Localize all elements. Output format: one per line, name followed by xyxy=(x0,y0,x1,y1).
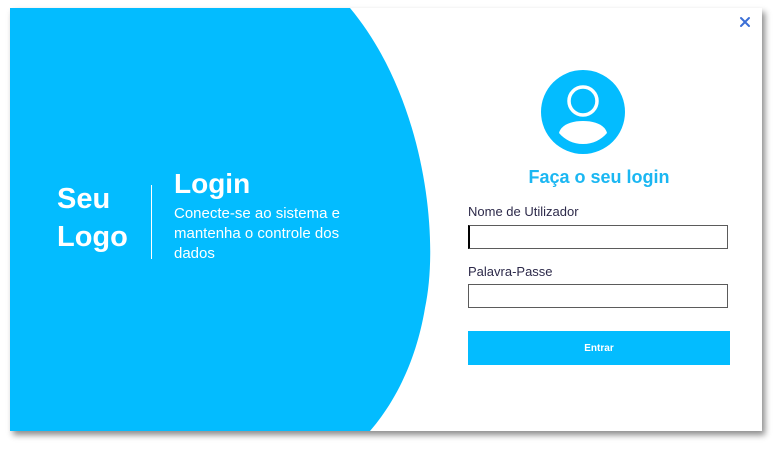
hero-description: Conecte-se ao sistema e mantenha o contr… xyxy=(174,205,340,262)
brand-logo: Seu Logo xyxy=(57,180,128,256)
logo-line-2: Logo xyxy=(57,221,128,253)
login-window: Seu Logo Login Conecte-se ao sistema e m… xyxy=(10,8,762,431)
user-avatar-icon xyxy=(541,70,625,154)
close-button[interactable] xyxy=(738,15,752,29)
screen: Seu Logo Login Conecte-se ao sistema e m… xyxy=(0,0,773,449)
login-button[interactable]: Entrar xyxy=(468,331,730,365)
username-label: Nome de Utilizador xyxy=(468,204,579,219)
username-input[interactable] xyxy=(468,225,728,249)
logo-divider xyxy=(151,185,152,259)
close-icon xyxy=(740,17,750,27)
password-input[interactable] xyxy=(468,284,728,308)
password-label: Palavra-Passe xyxy=(468,264,553,279)
logo-line-1: Seu xyxy=(57,183,111,215)
form-title: Faça o seu login xyxy=(528,167,670,187)
hero-heading: Login xyxy=(174,168,251,199)
